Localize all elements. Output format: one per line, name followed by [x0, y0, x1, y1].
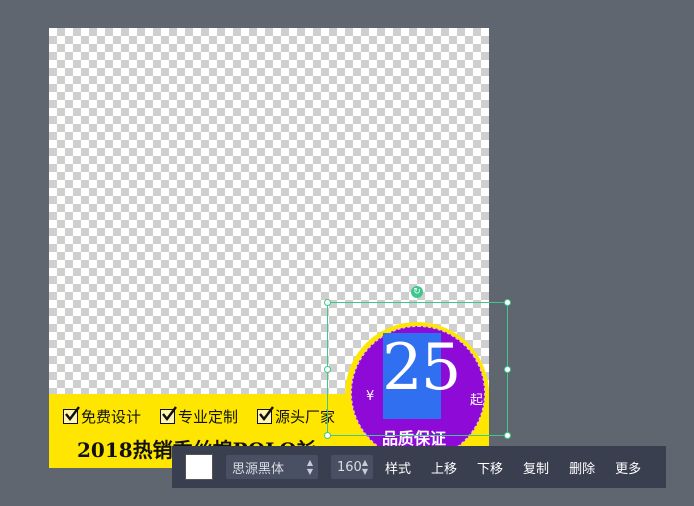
select-arrows-icon: ▲ ▼ [306, 458, 313, 476]
feature-label: 专业定制 [178, 407, 239, 426]
feature-label: 免费设计 [81, 407, 142, 426]
font-family-select[interactable]: 思源黑体 ▲ ▼ [226, 455, 318, 479]
selection-box[interactable]: ↻ [324, 286, 511, 439]
copy-button[interactable]: 复制 [523, 458, 549, 477]
delete-button[interactable]: 删除 [569, 458, 595, 477]
feature-item: 源头厂家 [257, 405, 336, 426]
move-up-button[interactable]: 上移 [431, 458, 457, 477]
select-arrows-icon: ▲ ▼ [361, 458, 368, 476]
move-down-button[interactable]: 下移 [477, 458, 503, 477]
resize-handle-left[interactable] [324, 366, 331, 373]
more-button[interactable]: 更多 [615, 458, 641, 477]
checkbox-icon [63, 405, 80, 424]
resize-handle-bottom-right[interactable] [504, 432, 511, 439]
font-size-value: 160 [337, 459, 362, 475]
style-button[interactable]: 样式 [385, 458, 411, 477]
feature-item: 专业定制 [160, 405, 239, 426]
feature-item: 免费设计 [63, 405, 142, 426]
feature-label: 源头厂家 [275, 407, 336, 426]
resize-handle-top-left[interactable] [324, 299, 331, 306]
font-family-value: 思源黑体 [232, 461, 285, 477]
checkbox-icon [257, 405, 274, 424]
font-size-select[interactable]: 160 ▲ ▼ [331, 455, 373, 479]
rotate-icon[interactable]: ↻ [411, 286, 423, 298]
checkbox-icon [160, 405, 177, 424]
resize-handle-top-right[interactable] [504, 299, 511, 306]
color-picker[interactable] [185, 454, 213, 480]
resize-handle-bottom-left[interactable] [324, 432, 331, 439]
resize-handle-right[interactable] [504, 366, 511, 373]
text-toolbar: 思源黑体 ▲ ▼ 160 ▲ ▼ 样式 上移 下移 复制 删除 更多 [172, 446, 666, 488]
